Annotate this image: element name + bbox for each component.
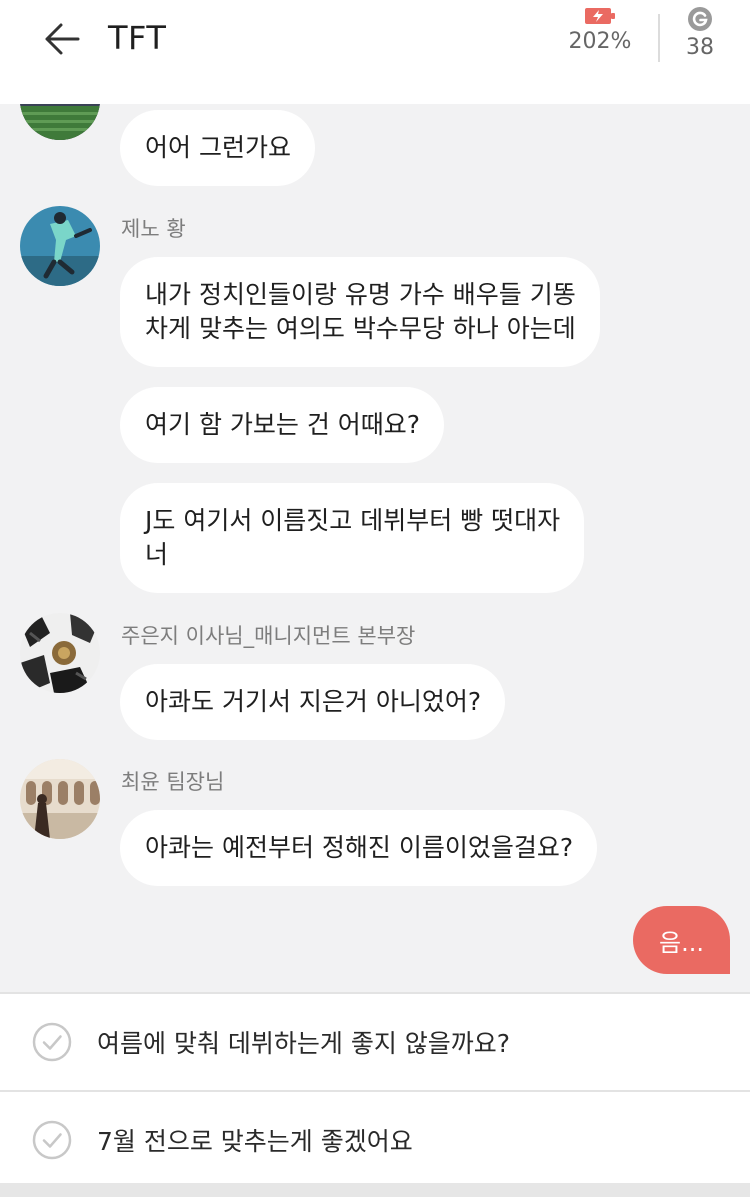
reply-choice[interactable]: 여름에 맞춰 데뷔하는게 좋지 않을까요? bbox=[0, 994, 750, 1090]
message-bubble: 내가 정치인들이랑 유명 가수 배우들 기똥 차게 맞추는 여의도 박수무당 하… bbox=[120, 257, 600, 367]
avatar[interactable] bbox=[20, 104, 100, 140]
message-bubble: 여기 함 가보는 건 어때요? bbox=[120, 387, 445, 463]
avatar[interactable] bbox=[20, 759, 100, 839]
avatar-gallery-image bbox=[20, 759, 100, 839]
message-bubble: J도 여기서 이름짓고 데뷔부터 빵 떳대자 너 bbox=[120, 483, 585, 593]
message-bubble: 아콰는 예전부터 정해진 이름이었을걸요? bbox=[120, 810, 598, 886]
battery-value: 202% bbox=[568, 29, 632, 54]
back-button[interactable] bbox=[38, 18, 86, 60]
sender-name: 제노 황 bbox=[121, 217, 186, 241]
avatar[interactable] bbox=[20, 613, 100, 693]
outgoing-message-bubble: 음... bbox=[633, 906, 730, 974]
reply-choices: 여름에 맞춰 데뷔하는게 좋지 않을까요? 7월 전으로 맞추는게 좋겠어요 bbox=[0, 992, 750, 1197]
header-divider bbox=[658, 14, 660, 62]
message-bubble: 어어 그런가요 bbox=[120, 110, 315, 186]
check-circle-icon bbox=[32, 1022, 72, 1062]
avatar-dancer-image bbox=[20, 206, 100, 286]
avatar-stadium-image bbox=[20, 104, 100, 140]
sender-name: 주은지 이사님_매니지먼트 본부장 bbox=[121, 624, 416, 648]
reply-choice[interactable]: 7월 전으로 맞추는게 좋겠어요 bbox=[0, 1092, 750, 1188]
battery-charging-icon bbox=[585, 8, 615, 24]
battery-stat: 202% bbox=[565, 6, 635, 54]
coin-stat: 38 bbox=[680, 6, 720, 60]
check-circle-icon bbox=[32, 1120, 72, 1160]
sender-name: 최윤 팀장님 bbox=[121, 770, 225, 794]
top-bar: TFT 202% 38 bbox=[0, 0, 750, 104]
reply-choice-label: 여름에 맞춰 데뷔하는게 좋지 않을까요? bbox=[97, 1029, 511, 1058]
arrow-left-icon bbox=[45, 23, 80, 55]
page-title: TFT bbox=[108, 19, 167, 57]
coin-value: 38 bbox=[686, 35, 714, 60]
avatar-pattern-image bbox=[20, 613, 100, 693]
avatar[interactable] bbox=[20, 206, 100, 286]
reply-choice-label: 7월 전으로 맞추는게 좋겠어요 bbox=[97, 1127, 413, 1156]
chat-area[interactable]: 어어 그런가요 제노 황 내가 정치인들이랑 유명 가수 배우들 기똥 차게 맞… bbox=[0, 104, 750, 992]
g-coin-icon bbox=[688, 7, 712, 31]
message-bubble: 아콰도 거기서 지은거 아니었어? bbox=[120, 664, 506, 740]
